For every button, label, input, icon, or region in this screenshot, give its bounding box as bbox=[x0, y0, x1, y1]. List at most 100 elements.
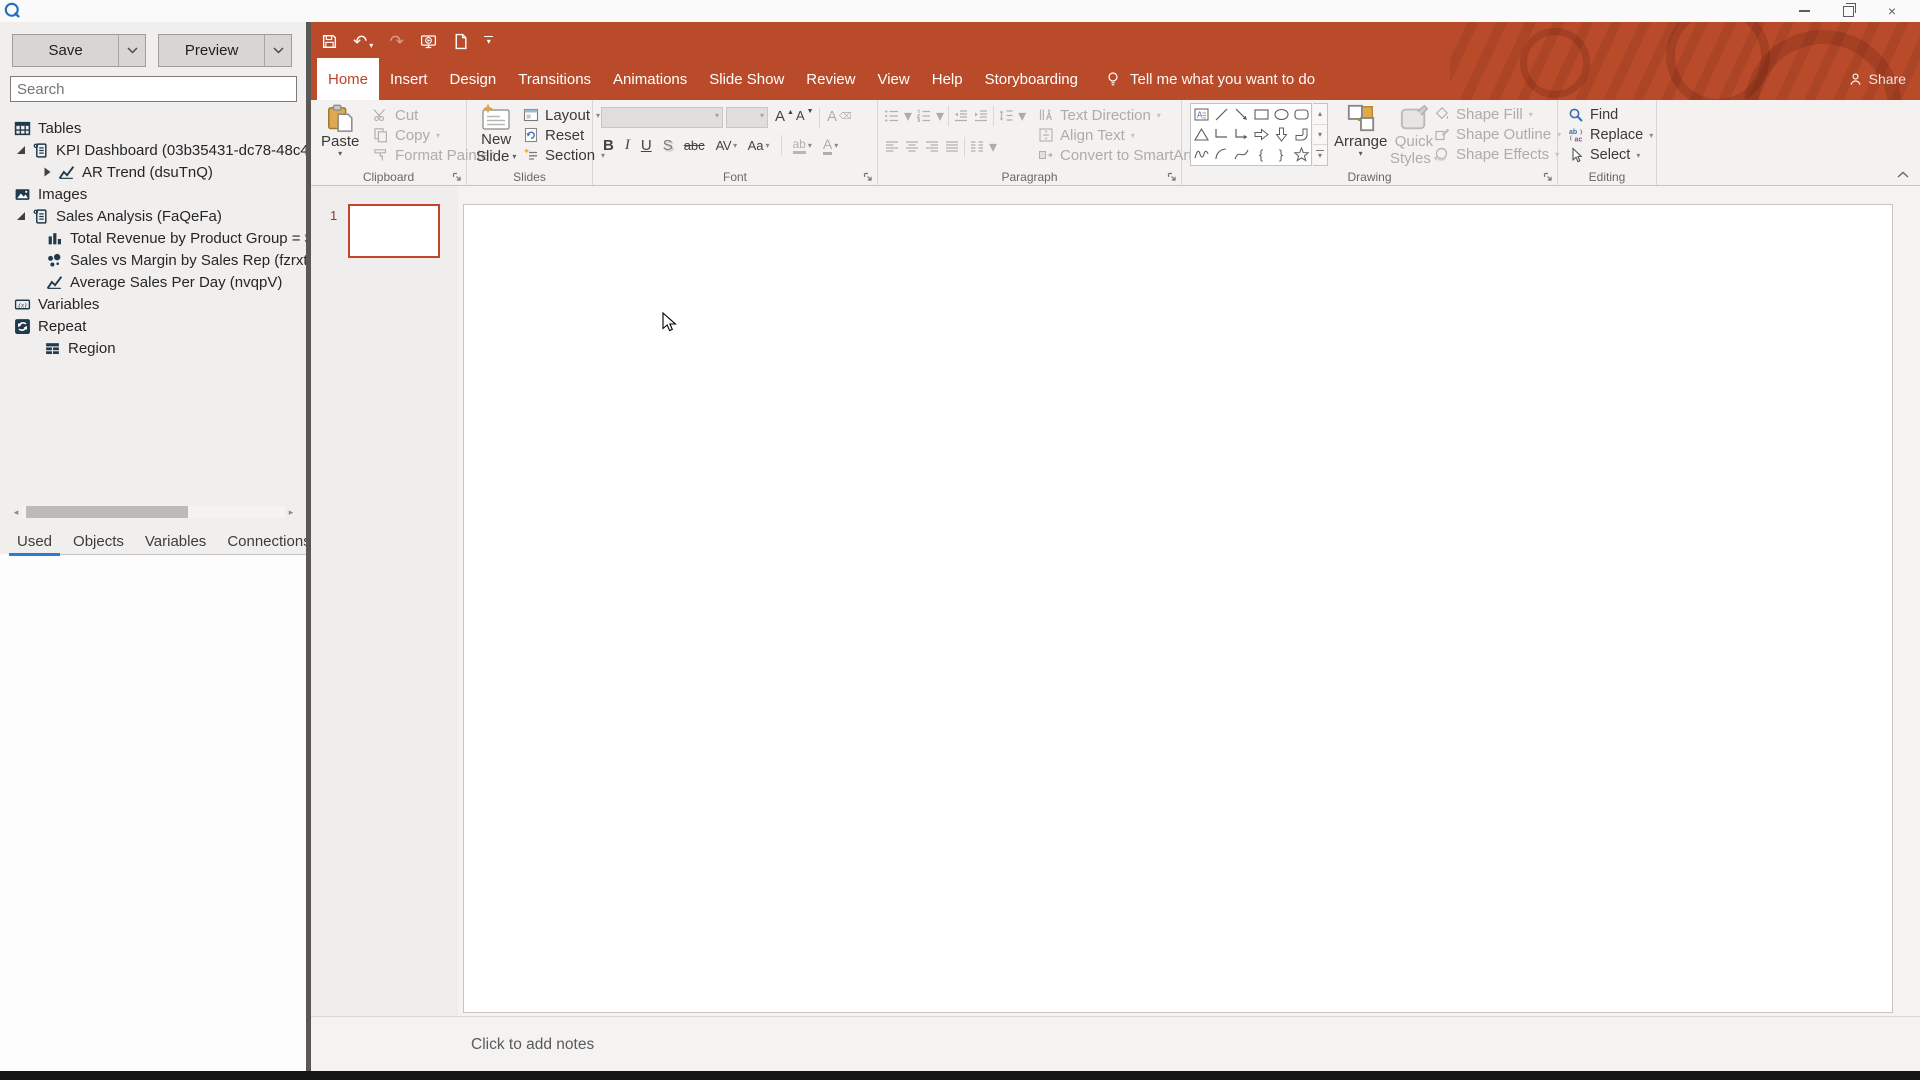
triangle-icon[interactable] bbox=[1191, 124, 1211, 144]
notes-placeholder[interactable]: Click to add notes bbox=[471, 1017, 594, 1072]
select-button[interactable]: Select ▾ bbox=[1568, 145, 1653, 165]
close-button[interactable]: × bbox=[1870, 0, 1914, 22]
tree-item-average-sales[interactable]: Average Sales Per Day (nvqpV) bbox=[0, 271, 306, 293]
gallery-down-icon[interactable]: ▾ bbox=[1313, 125, 1327, 146]
bold-button[interactable]: B bbox=[603, 137, 614, 154]
tab-view[interactable]: View bbox=[866, 58, 920, 100]
gallery-up-icon[interactable]: ▴ bbox=[1313, 104, 1327, 125]
strikethrough-button[interactable]: abc bbox=[684, 138, 705, 153]
convert-to-smartart-button[interactable]: Convert to SmartArt▾ bbox=[1038, 145, 1203, 165]
justify-icon[interactable] bbox=[944, 139, 960, 155]
increase-indent-icon[interactable] bbox=[973, 108, 989, 124]
underline-button[interactable]: U bbox=[641, 137, 652, 154]
collapse-ribbon-icon[interactable] bbox=[1896, 170, 1910, 179]
tab-storyboarding[interactable]: Storyboarding bbox=[974, 58, 1089, 100]
scroll-right-arrow-icon[interactable]: ▸ bbox=[285, 505, 297, 519]
line-icon[interactable] bbox=[1211, 104, 1231, 124]
arrow-icon[interactable] bbox=[1231, 104, 1251, 124]
save-icon[interactable] bbox=[321, 33, 338, 50]
align-right-icon[interactable] bbox=[924, 139, 940, 155]
arrange-button[interactable]: Arrange ▾ bbox=[1334, 103, 1387, 158]
shape-fill-button[interactable]: Shape Fill ▾ bbox=[1434, 104, 1561, 124]
align-center-icon[interactable] bbox=[904, 139, 920, 155]
share-button[interactable]: Share bbox=[1848, 58, 1906, 100]
expander-closed-icon[interactable] bbox=[42, 167, 52, 177]
clipboard-dialog-launcher-icon[interactable] bbox=[452, 172, 462, 182]
font-size-combo[interactable] bbox=[726, 107, 768, 128]
right-brace-icon[interactable]: } bbox=[1271, 145, 1291, 165]
text-box-icon[interactable] bbox=[1191, 104, 1211, 124]
numbering-icon[interactable] bbox=[916, 108, 932, 124]
preview-dropdown[interactable] bbox=[264, 35, 291, 66]
arc-icon[interactable] bbox=[1211, 145, 1231, 165]
corner-shape-icon[interactable] bbox=[1291, 124, 1311, 144]
drawing-dialog-launcher-icon[interactable] bbox=[1543, 172, 1553, 182]
tree-item-total-revenue[interactable]: Total Revenue by Product Group = $6 bbox=[0, 227, 306, 249]
align-text-button[interactable]: Align Text ▾ bbox=[1038, 125, 1203, 145]
tree-item-kpi-dashboard[interactable]: KPI Dashboard (03b35431-dc78-48c4-abf bbox=[0, 139, 306, 161]
curve-icon[interactable] bbox=[1231, 145, 1251, 165]
customize-quick-access-icon[interactable]: ▾ bbox=[484, 35, 494, 47]
tree-item-images[interactable]: Images bbox=[0, 183, 306, 205]
tree-item-repeat[interactable]: Repeat bbox=[0, 315, 306, 337]
tree-item-tables[interactable]: Tables bbox=[0, 117, 306, 139]
align-left-icon[interactable] bbox=[884, 139, 900, 155]
tab-animations[interactable]: Animations bbox=[602, 58, 698, 100]
oval-icon[interactable] bbox=[1271, 104, 1291, 124]
right-arrow-icon[interactable] bbox=[1251, 124, 1271, 144]
change-case-button[interactable]: Aa ▾ bbox=[748, 138, 770, 153]
scroll-left-arrow-icon[interactable]: ◂ bbox=[10, 505, 22, 519]
clear-formatting-button[interactable]: A ⌫ bbox=[827, 108, 852, 125]
gallery-more-icon[interactable]: ▾ bbox=[1313, 145, 1327, 165]
expander-open-icon[interactable] bbox=[16, 145, 26, 155]
tab-review[interactable]: Review bbox=[795, 58, 866, 100]
expander-open-icon[interactable] bbox=[16, 211, 26, 221]
tab-home[interactable]: Home bbox=[317, 58, 380, 100]
tab-help[interactable]: Help bbox=[921, 58, 974, 100]
tell-me-box[interactable]: Tell me what you want to do bbox=[1105, 58, 1315, 100]
tab-insert[interactable]: Insert bbox=[379, 58, 439, 100]
shapes-gallery[interactable]: { } bbox=[1190, 103, 1312, 166]
shrink-font-button[interactable]: A ▼ bbox=[796, 108, 814, 123]
bullets-icon[interactable] bbox=[884, 108, 900, 124]
paste-button[interactable]: Paste ▾ bbox=[321, 103, 359, 158]
star-icon[interactable] bbox=[1291, 145, 1311, 165]
tree-item-sales-vs-margin[interactable]: Sales vs Margin by Sales Rep (fzrxtjq bbox=[0, 249, 306, 271]
undo-button[interactable]: ↶ ▾ bbox=[353, 33, 373, 50]
font-dialog-launcher-icon[interactable] bbox=[863, 172, 873, 182]
grow-font-button[interactable]: A ▲ bbox=[775, 108, 794, 125]
search-input[interactable] bbox=[10, 76, 297, 102]
highlight-color-button[interactable]: ab ▾ bbox=[792, 137, 812, 154]
line-spacing-icon[interactable] bbox=[998, 108, 1014, 124]
paragraph-dialog-launcher-icon[interactable] bbox=[1167, 172, 1177, 182]
tab-used[interactable]: Used bbox=[8, 528, 61, 556]
quick-styles-button[interactable]: Quick Styles ▾ bbox=[1390, 103, 1438, 167]
tree-item-ar-trend[interactable]: AR Trend (dsuTnQ) bbox=[0, 161, 306, 183]
sidebar-horizontal-scrollbar[interactable]: ◂ ▸ bbox=[10, 505, 297, 519]
text-direction-button[interactable]: Text Direction ▾ bbox=[1038, 105, 1203, 125]
save-button[interactable]: Save bbox=[12, 34, 146, 67]
freeform-icon[interactable] bbox=[1191, 145, 1211, 165]
redo-icon[interactable]: ↷ bbox=[388, 33, 405, 50]
restore-button[interactable] bbox=[1826, 0, 1870, 22]
rectangle-icon[interactable] bbox=[1251, 104, 1271, 124]
tab-design[interactable]: Design bbox=[439, 58, 508, 100]
decrease-indent-icon[interactable] bbox=[953, 108, 969, 124]
italic-button[interactable]: I bbox=[625, 137, 630, 154]
tab-variables[interactable]: Variables bbox=[139, 528, 212, 554]
character-spacing-button[interactable]: AV ▾ bbox=[716, 138, 737, 153]
tree-item-variables[interactable]: Variables bbox=[0, 293, 306, 315]
scrollbar-track[interactable] bbox=[22, 506, 285, 518]
new-slide-button[interactable]: New Slide ▾ bbox=[476, 103, 516, 165]
new-document-icon[interactable] bbox=[452, 33, 469, 50]
shape-effects-button[interactable]: Shape Effects ▾ bbox=[1434, 144, 1561, 164]
preview-button[interactable]: Preview bbox=[158, 34, 292, 67]
minimize-button[interactable] bbox=[1782, 0, 1826, 22]
elbow-connector-icon[interactable] bbox=[1211, 124, 1231, 144]
shape-outline-button[interactable]: Shape Outline ▾ bbox=[1434, 124, 1561, 144]
save-dropdown[interactable] bbox=[118, 35, 145, 66]
tree-item-region[interactable]: Region bbox=[0, 337, 306, 359]
tab-transitions[interactable]: Transitions bbox=[507, 58, 602, 100]
text-shadow-button[interactable]: S bbox=[663, 137, 673, 154]
tab-objects[interactable]: Objects bbox=[67, 528, 130, 554]
